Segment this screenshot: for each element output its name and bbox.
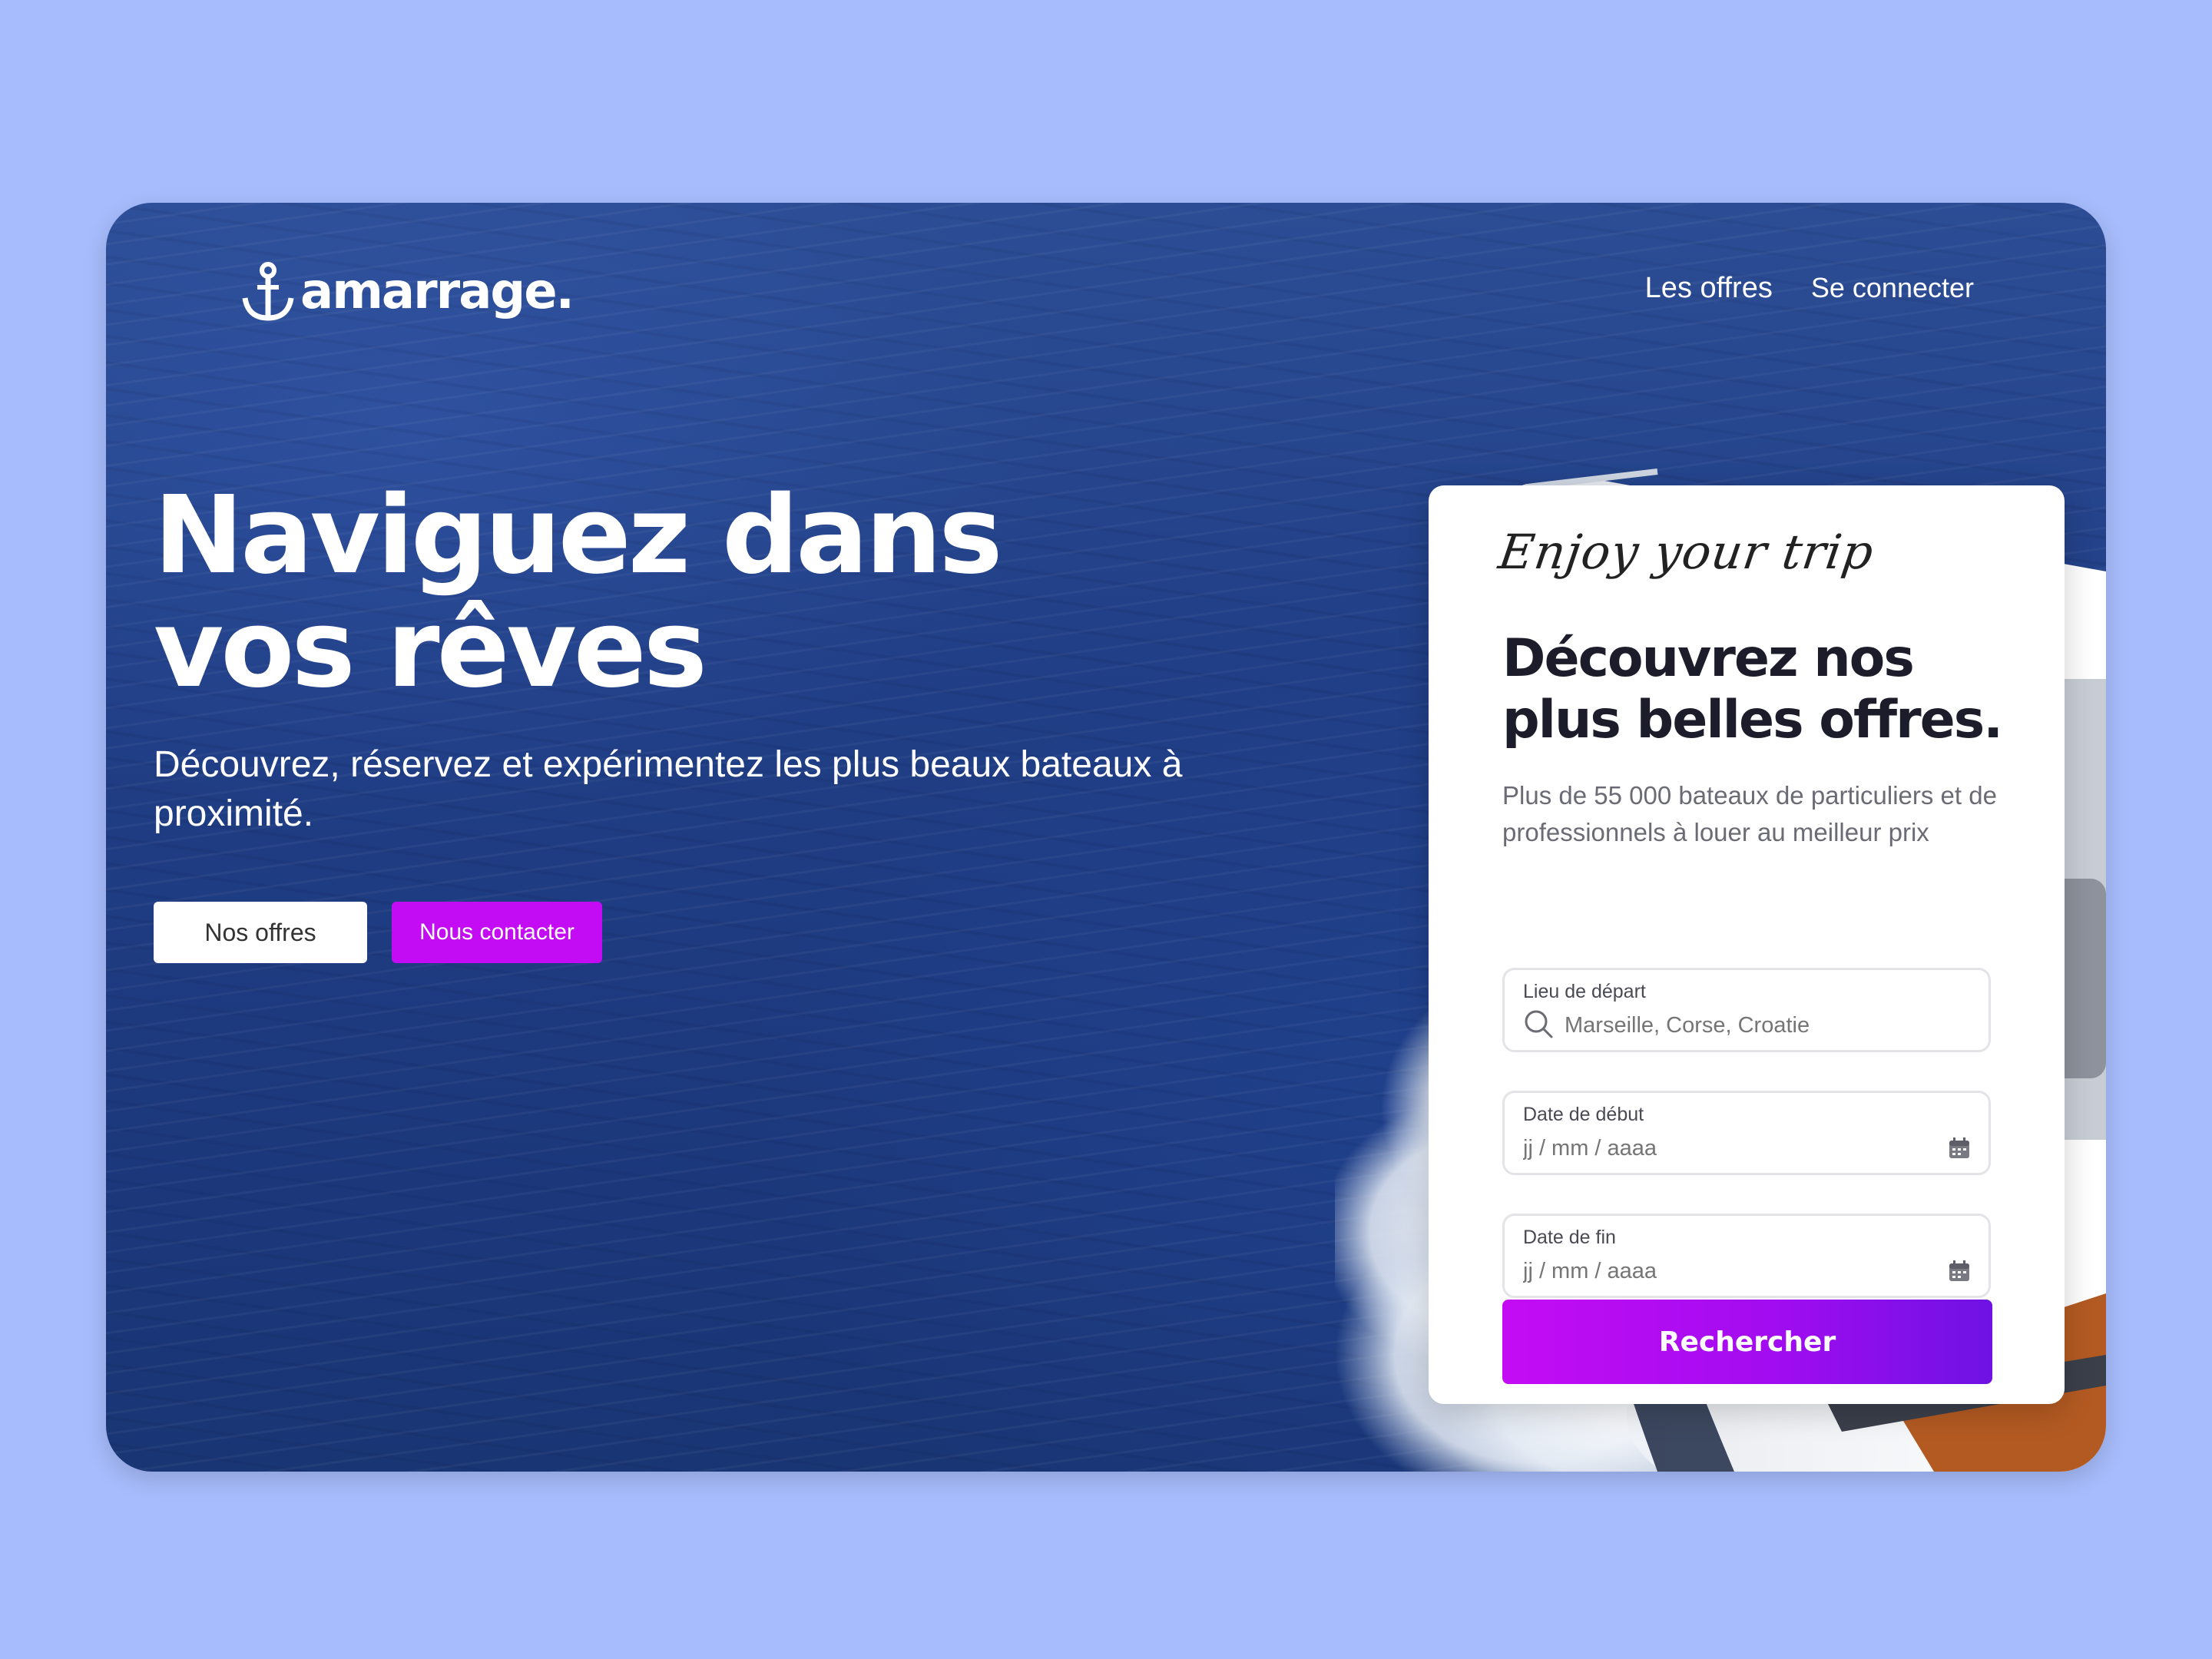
departure-field[interactable]: Lieu de départ [1502,968,1991,1052]
nav-offers-link[interactable]: Les offres [1645,272,1773,305]
departure-label: Lieu de départ [1523,981,1646,1002]
calendar-icon[interactable] [1947,1136,1972,1161]
departure-input[interactable] [1565,1008,1964,1042]
card-description: Plus de 55 000 bateaux de particuliers e… [1502,781,1997,846]
end-date-input[interactable] [1523,1254,1953,1288]
end-date-field[interactable]: Date de fin [1502,1214,1991,1298]
brand-logo[interactable]: amarrage. [240,255,575,329]
contact-us-button[interactable]: Nous contacter [392,902,602,963]
main-nav: Les offres Se connecter [1645,272,1974,305]
search-icon [1525,1010,1553,1038]
search-card: Enjoy your trip Découvrez nos plus belle… [1429,485,2065,1404]
search-button[interactable]: Rechercher [1502,1300,1992,1384]
hero-subtitle: Découvrez, réservez et expérimentez les … [154,744,1183,834]
start-date-input[interactable] [1523,1131,1953,1165]
calendar-icon[interactable] [1947,1259,1972,1283]
nav-login-link[interactable]: Se connecter [1811,272,1974,305]
end-date-label: Date de fin [1523,1227,1616,1248]
hero-frame: amarrage. Les offres Se connecter Navigu… [106,203,2106,1472]
card-script-tagline: Enjoy your trip [1495,524,1878,580]
start-date-field[interactable]: Date de début [1502,1091,1991,1175]
card-title: Découvrez nos plus belles offres. [1502,628,2003,750]
hero-title: Naviguez dans vos rêves [154,473,1003,712]
anchor-icon [242,262,294,321]
start-date-label: Date de début [1523,1104,1644,1125]
brand-name: amarrage. [300,263,575,320]
our-offers-button[interactable]: Nos offres [154,902,367,963]
